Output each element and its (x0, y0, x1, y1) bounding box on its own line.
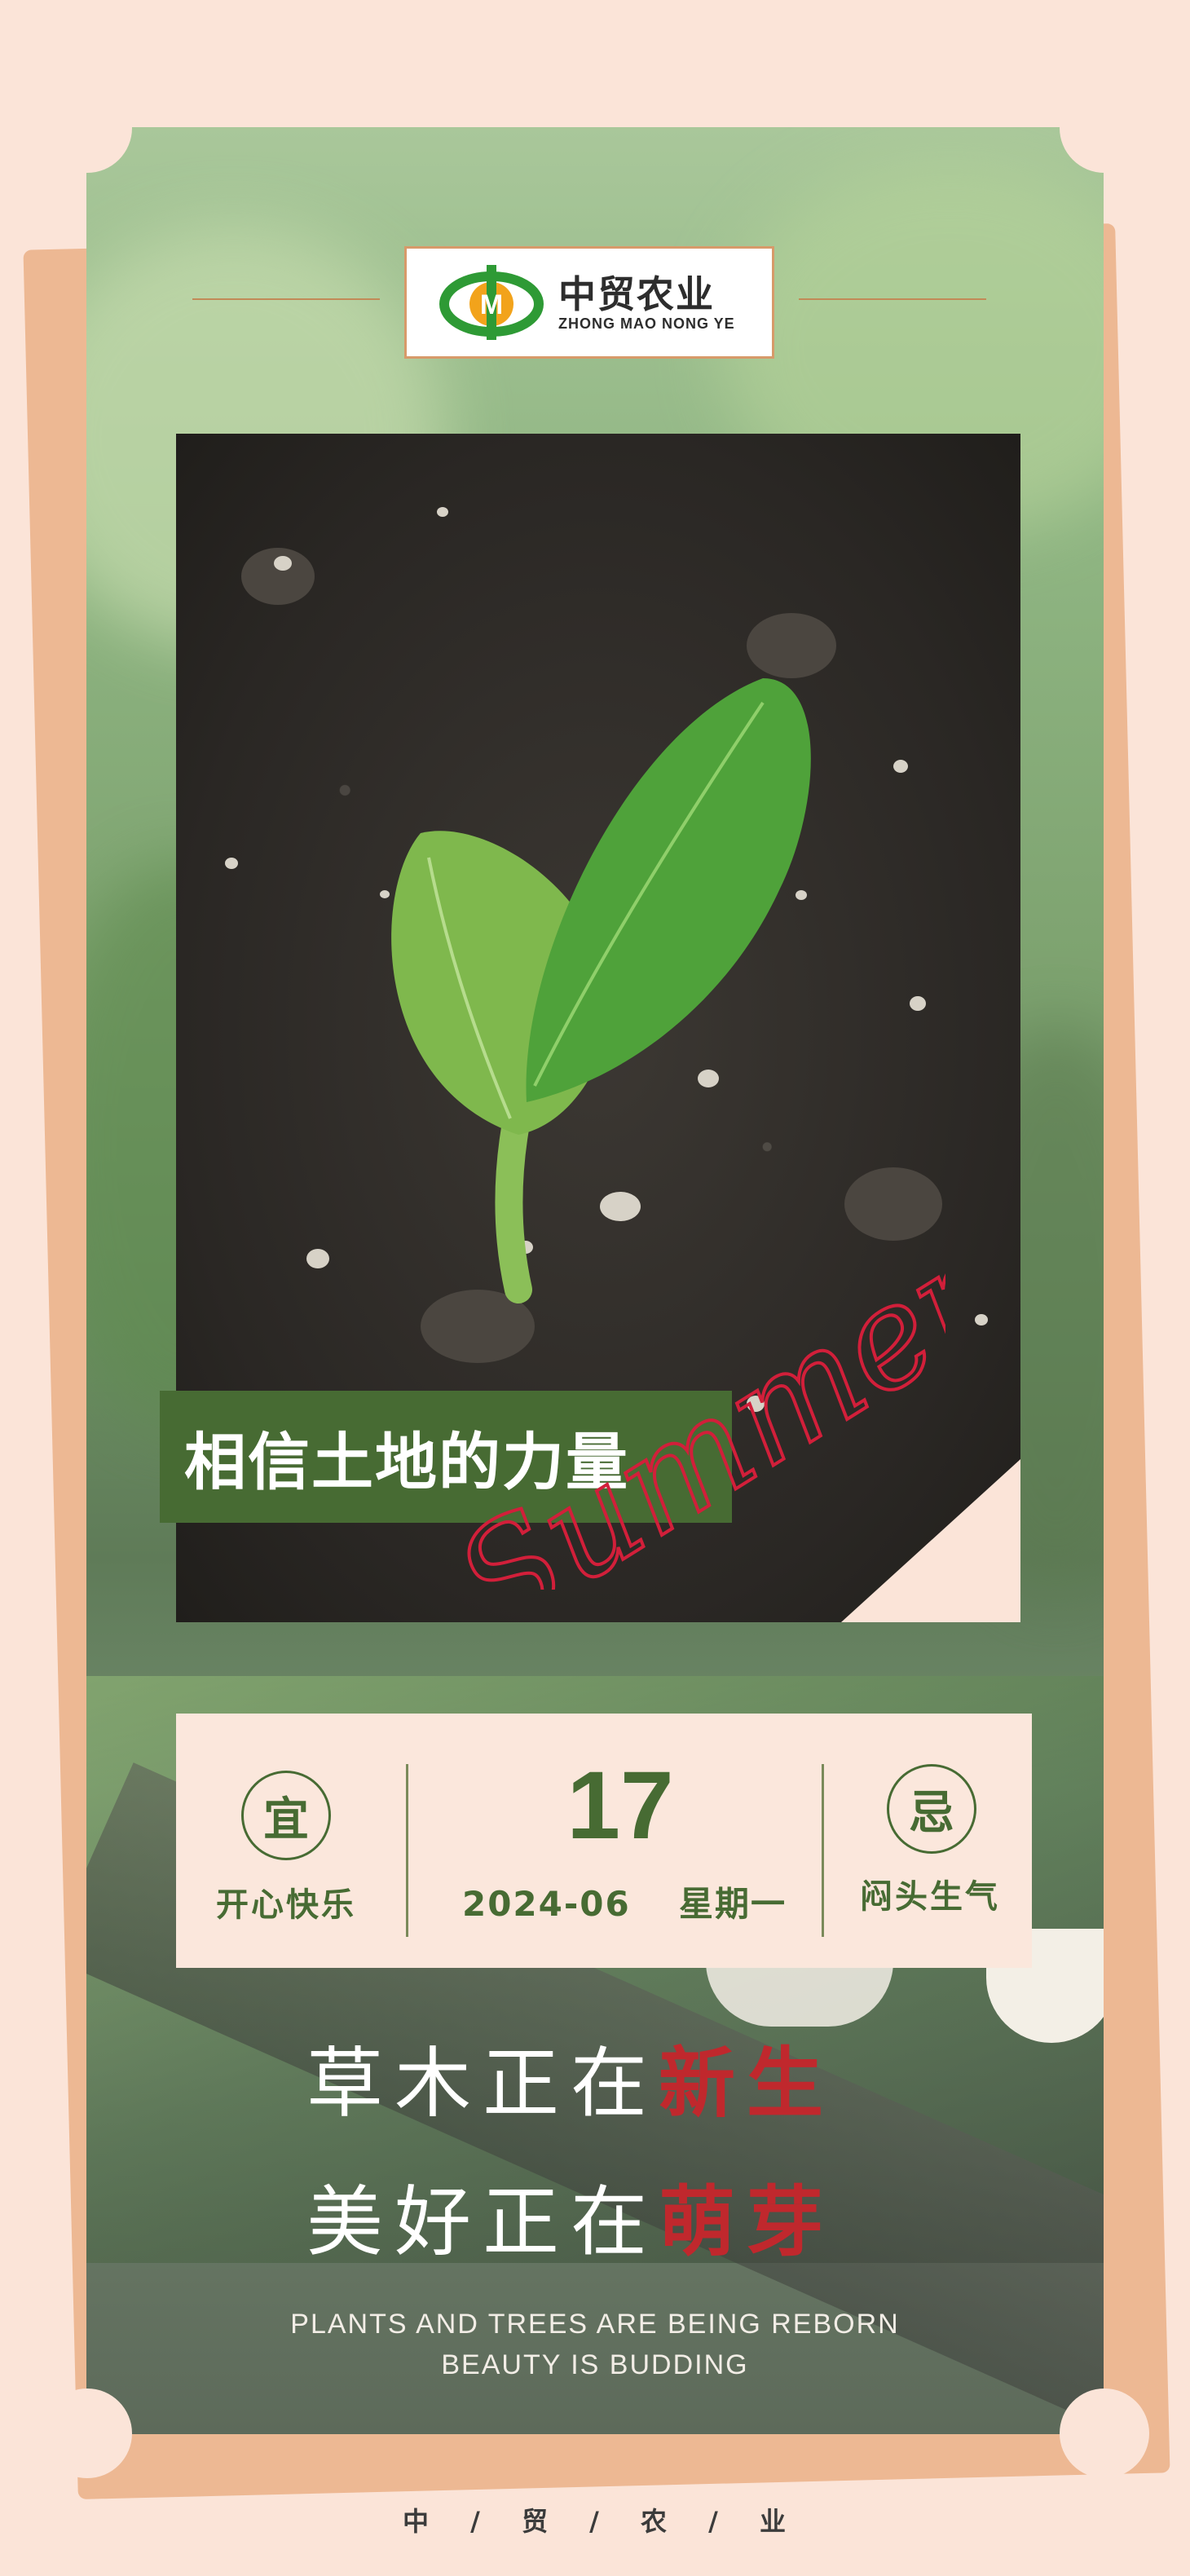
slogan-1-white: 草木正在 (306, 2040, 659, 2128)
corner-notch (42, 2389, 132, 2478)
brand-name-en: ZHONG MAO NONG YE (558, 315, 735, 332)
footer-char: 业 (759, 2506, 787, 2537)
footer-brand: 中 / 贸 / 农 / 业 (0, 2501, 1190, 2539)
date-line: 2024-06 星期一 (453, 1877, 796, 1926)
good-text: 开心快乐 (216, 1886, 356, 1924)
logo-rule-left (192, 298, 380, 300)
bad-symbol: 忌 (909, 1786, 954, 1840)
logo-letter: M (480, 289, 503, 320)
brand-name-cn: 中贸农业 (558, 271, 715, 316)
footer-char: 贸 (522, 2506, 550, 2537)
calendar-card: 宜 开心快乐 17 2024-06 星期一 忌 闷头生气 (176, 1714, 1032, 1968)
svg-text:Summer: Summer (430, 1210, 945, 1590)
summer-script: Summer (359, 1166, 1028, 1668)
divider-left (406, 1764, 408, 1937)
logo-rule-right (799, 298, 986, 300)
bad-badge: 忌 (887, 1764, 976, 1854)
good-badge: 宜 (241, 1771, 331, 1860)
bad-text: 闷头生气 (860, 1878, 1000, 1916)
weekday: 星期一 (679, 1884, 787, 1924)
day-number: 17 (566, 1752, 674, 1859)
slogan-2-red: 萌芽 (659, 2177, 835, 2267)
divider-right (822, 1764, 824, 1937)
english-line-2: BEAUTY IS BUDDING (441, 2349, 749, 2380)
footer-char: 中 (403, 2506, 431, 2537)
slogan-1-red: 新生 (659, 2039, 835, 2128)
corner-notch (42, 83, 132, 173)
english-line-1: PLANTS AND TREES ARE BEING REBORN (290, 2309, 900, 2340)
footer-char: 农 (640, 2506, 668, 2537)
footer-sep: / (708, 2506, 720, 2537)
logo-icon: M (439, 260, 544, 345)
date-month: 2024-06 (461, 1884, 631, 1924)
brand-logo: M 中贸农业 ZHONG MAO NONG YE (404, 246, 774, 359)
good-symbol: 宜 (263, 1793, 309, 1846)
slogan-line-1: 草木正在新生 (306, 2022, 835, 2133)
slogan-line-2: 美好正在萌芽 (306, 2160, 835, 2271)
footer-sep: / (470, 2506, 482, 2537)
footer-sep: / (589, 2506, 601, 2537)
corner-notch (1060, 2389, 1149, 2478)
slogan-2-white: 美好正在 (306, 2178, 659, 2267)
corner-notch (1060, 83, 1149, 173)
